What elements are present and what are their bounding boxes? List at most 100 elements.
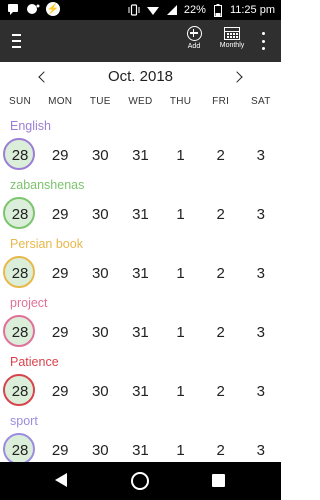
day-number: 29 <box>51 441 69 459</box>
weekday-label: MON <box>48 96 73 107</box>
habit-week: 28 29 30 31 1 2 3 <box>0 312 281 352</box>
record-icon <box>26 2 40 16</box>
habit-name[interactable]: sport <box>10 414 38 428</box>
day-number: 30 <box>91 441 109 459</box>
weekday-label: TUE <box>89 96 111 107</box>
day-number: 2 <box>216 205 225 223</box>
habit-name[interactable]: English <box>10 119 51 133</box>
day-number: 30 <box>91 146 109 164</box>
day-number: 3 <box>256 382 265 400</box>
day-number: 1 <box>176 146 185 164</box>
day-number: 28 <box>11 264 29 282</box>
day-cell[interactable]: 3 <box>241 135 281 175</box>
more-options-button[interactable] <box>258 32 268 50</box>
day-cell-today[interactable]: 28 <box>0 135 40 175</box>
day-cell[interactable]: 2 <box>201 135 241 175</box>
day-number: 2 <box>216 264 225 282</box>
day-cell[interactable]: 29 <box>40 194 80 234</box>
monthly-button[interactable]: Monthly <box>214 24 250 49</box>
day-cell[interactable]: 29 <box>40 312 80 352</box>
weekday-label: FRI <box>212 96 230 107</box>
habit-row: Persian book 28 29 30 31 1 2 3 <box>0 236 281 295</box>
day-cell[interactable]: 1 <box>161 194 201 234</box>
day-number: 3 <box>256 323 265 341</box>
home-icon[interactable] <box>131 472 149 490</box>
day-number: 29 <box>51 323 69 341</box>
system-nav-bar <box>0 462 281 500</box>
signal-icon <box>165 3 179 17</box>
day-number: 1 <box>176 441 185 459</box>
day-cell-today[interactable]: 28 <box>0 371 40 411</box>
day-cell[interactable]: 31 <box>120 135 160 175</box>
notification-icon <box>6 2 20 16</box>
day-cell[interactable]: 30 <box>80 194 120 234</box>
day-number: 2 <box>216 146 225 164</box>
day-number: 3 <box>256 146 265 164</box>
back-icon[interactable] <box>55 473 67 487</box>
day-cell[interactable]: 30 <box>80 253 120 293</box>
day-cell[interactable]: 2 <box>201 312 241 352</box>
day-number: 30 <box>91 382 109 400</box>
day-cell[interactable]: 3 <box>241 371 281 411</box>
day-number: 2 <box>216 441 225 459</box>
day-number: 3 <box>256 205 265 223</box>
day-number: 1 <box>176 382 185 400</box>
weekday-label: SUN <box>9 96 32 107</box>
day-number: 3 <box>256 441 265 459</box>
habit-name[interactable]: Patience <box>10 355 59 369</box>
day-number: 30 <box>91 264 109 282</box>
day-cell[interactable]: 1 <box>161 371 201 411</box>
day-number: 28 <box>11 146 29 164</box>
habit-name[interactable]: project <box>10 296 48 310</box>
day-number: 29 <box>51 205 69 223</box>
day-cell[interactable]: 2 <box>201 194 241 234</box>
habit-row: project 28 29 30 31 1 2 3 <box>0 295 281 354</box>
day-cell[interactable]: 30 <box>80 371 120 411</box>
day-cell-today[interactable]: 28 <box>0 312 40 352</box>
day-number: 31 <box>132 205 149 223</box>
vibrate-icon <box>127 3 141 17</box>
habit-row: Patience 28 29 30 31 1 2 3 <box>0 354 281 413</box>
day-cell[interactable]: 31 <box>120 194 160 234</box>
habit-row: zabanshenas 28 29 30 31 1 2 3 <box>0 177 281 236</box>
day-cell[interactable]: 29 <box>40 371 80 411</box>
day-cell[interactable]: 1 <box>161 135 201 175</box>
monthly-label: Monthly <box>219 42 245 49</box>
day-cell-today[interactable]: 28 <box>0 194 40 234</box>
day-number: 31 <box>132 382 149 400</box>
day-cell-today[interactable]: 28 <box>0 253 40 293</box>
day-cell[interactable]: 30 <box>80 312 120 352</box>
clock: 11:25 pm <box>229 4 275 16</box>
battery-icon <box>211 3 225 17</box>
day-cell[interactable]: 3 <box>241 312 281 352</box>
habit-week: 28 29 30 31 1 2 3 <box>0 371 281 411</box>
day-cell[interactable]: 1 <box>161 253 201 293</box>
chevron-right-icon <box>231 71 243 83</box>
habit-row: English 28 29 30 31 1 2 3 <box>0 118 281 177</box>
day-number: 29 <box>51 146 69 164</box>
day-cell[interactable]: 31 <box>120 312 160 352</box>
habit-name[interactable]: zabanshenas <box>10 178 84 192</box>
month-navigation: Oct. 2018 <box>0 62 281 92</box>
battery-percentage: 22% <box>183 4 206 16</box>
habit-name[interactable]: Persian book <box>10 237 83 251</box>
recent-apps-icon[interactable] <box>212 474 225 487</box>
day-cell[interactable]: 2 <box>201 253 241 293</box>
day-cell[interactable]: 2 <box>201 371 241 411</box>
day-cell[interactable]: 3 <box>241 253 281 293</box>
menu-button[interactable] <box>12 32 28 50</box>
day-cell[interactable]: 29 <box>40 253 80 293</box>
next-week-button[interactable] <box>229 67 249 87</box>
day-cell[interactable]: 1 <box>161 312 201 352</box>
day-number: 29 <box>51 382 69 400</box>
day-cell[interactable]: 29 <box>40 135 80 175</box>
day-cell[interactable]: 3 <box>241 194 281 234</box>
day-number: 1 <box>176 323 185 341</box>
menu-icon <box>12 34 21 36</box>
day-cell[interactable]: 31 <box>120 371 160 411</box>
add-button[interactable]: Add <box>181 24 207 50</box>
day-cell[interactable]: 30 <box>80 135 120 175</box>
day-cell[interactable]: 31 <box>120 253 160 293</box>
day-number: 30 <box>91 323 109 341</box>
day-number: 3 <box>256 264 265 282</box>
